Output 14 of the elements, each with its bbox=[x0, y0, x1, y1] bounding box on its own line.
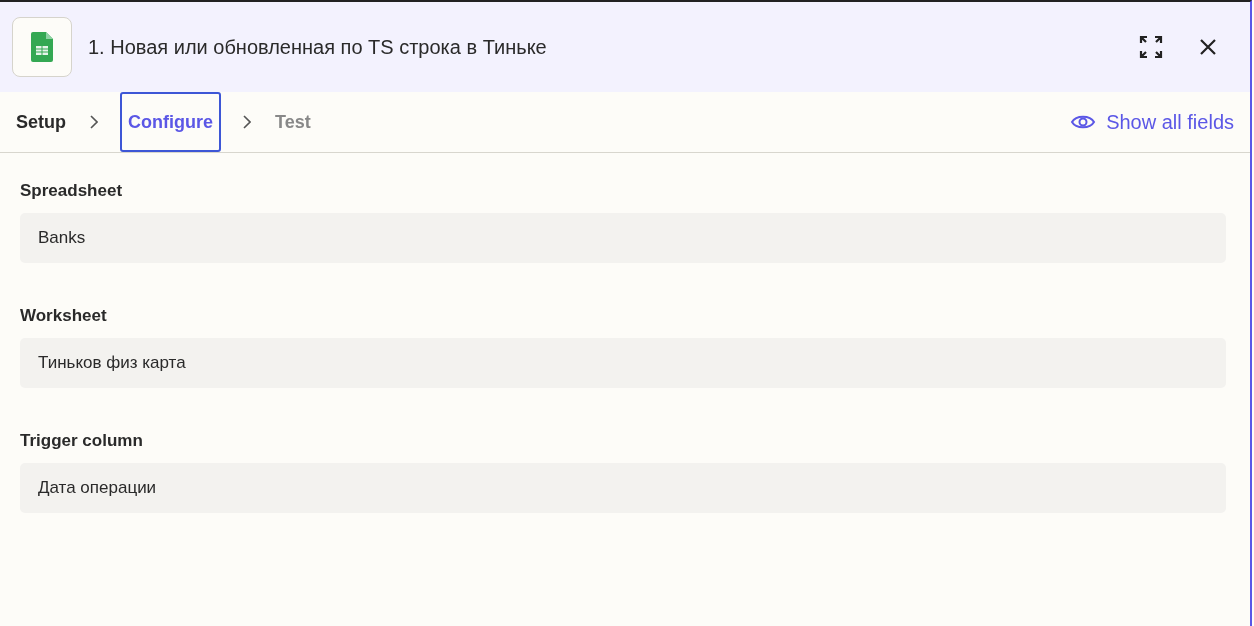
field-label: Worksheet bbox=[20, 306, 108, 326]
show-all-fields-link[interactable]: Show all fields bbox=[1070, 110, 1234, 134]
input-field[interactable]: Дата операции bbox=[20, 463, 1226, 513]
chevron-icon bbox=[243, 115, 251, 129]
chevron-icon bbox=[90, 115, 98, 129]
field-label: Spreadsheet bbox=[20, 181, 124, 201]
step-tab[interactable]: Setup bbox=[14, 92, 68, 152]
input-field[interactable]: Banks bbox=[20, 213, 1226, 263]
step-title: 1. Новая или обновленная по TS строка в Тиньке bbox=[88, 35, 547, 59]
eye-icon bbox=[1070, 113, 1097, 131]
input-field[interactable]: Тиньков физ карта bbox=[20, 338, 1226, 388]
spreadsheet-app-icon bbox=[12, 17, 72, 77]
step-tab[interactable]: Configure bbox=[120, 92, 221, 152]
field-label: Trigger column bbox=[20, 431, 144, 451]
